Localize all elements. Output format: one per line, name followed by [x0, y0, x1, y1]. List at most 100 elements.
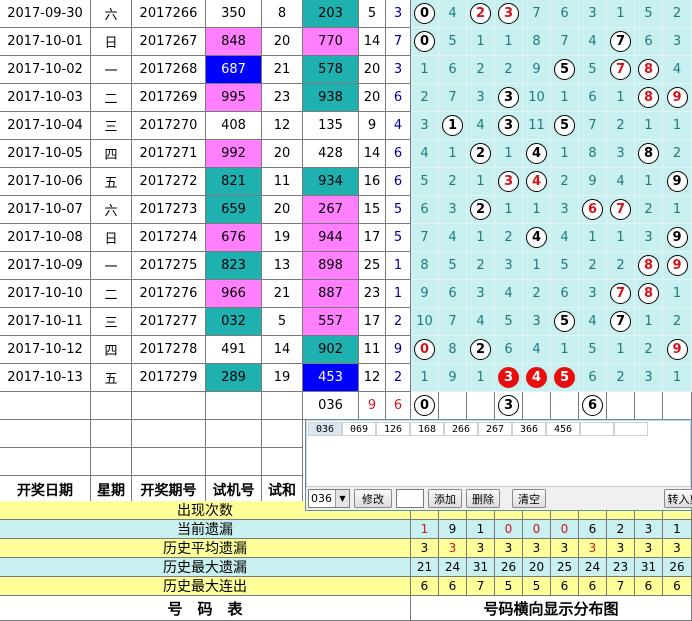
clear-button[interactable]: 清空	[512, 489, 546, 508]
modify-button[interactable]: 修改	[354, 489, 392, 508]
draw-date: 2017-10-08	[0, 224, 91, 252]
distribution-cell: 4	[467, 112, 495, 140]
distribution-cell: 3	[411, 112, 439, 140]
distribution-cell: 11	[523, 112, 551, 140]
distribution-cell: 5	[439, 252, 467, 280]
trial-sum: 14	[262, 336, 303, 364]
distribution-cell: 8	[635, 84, 663, 112]
digit-ball: 8	[638, 143, 659, 164]
trial-sum: 21	[262, 56, 303, 84]
distribution-cell: 2	[467, 140, 495, 168]
digit-ball: 2	[470, 3, 491, 24]
combo-tab[interactable]: 036	[308, 422, 342, 436]
distribution-cell: 2	[607, 364, 635, 392]
stat-value: 7	[467, 577, 495, 596]
combo-tab[interactable]	[614, 422, 648, 436]
distribution-cell: 2	[635, 196, 663, 224]
digit-ball: 7	[610, 199, 631, 220]
distribution-cell: 3	[663, 28, 692, 56]
distribution-cell: 2	[439, 168, 467, 196]
stat-value: 2	[607, 520, 635, 539]
draw-number: 902	[303, 336, 359, 364]
chevron-down-icon[interactable]: ▼	[335, 490, 349, 507]
combo-tab[interactable]: 267	[478, 422, 512, 436]
stat-value: 24	[439, 558, 467, 577]
draw-number: 938	[303, 84, 359, 112]
distribution-cell: 1	[439, 140, 467, 168]
combo-tab[interactable]: 366	[512, 422, 546, 436]
stat-value: 5	[523, 577, 551, 596]
draw-date: 2017-10-07	[0, 196, 91, 224]
combo-tab[interactable]	[580, 422, 614, 436]
combo-select[interactable]: 036 ▼	[308, 489, 350, 508]
draw-number: 944	[303, 224, 359, 252]
distribution-cell: 3	[579, 280, 607, 308]
combo-tab[interactable]: 456	[546, 422, 580, 436]
stat-value: 3	[635, 520, 663, 539]
draw-date: 2017-09-30	[0, 0, 91, 28]
span-value: 9	[359, 112, 386, 140]
distribution-cell: 4	[495, 280, 523, 308]
stat-value: 7	[607, 577, 635, 596]
distribution-cell: 1	[551, 84, 579, 112]
digit-ball: 7	[610, 31, 631, 52]
distribution-cell: 2	[607, 112, 635, 140]
pending-distribution-cell	[663, 392, 692, 420]
pending-distribution-cell	[467, 392, 495, 420]
distribution-cell: 1	[579, 224, 607, 252]
add-button[interactable]: 添加	[428, 489, 462, 508]
weekday: 四	[91, 140, 132, 168]
combo-tab[interactable]: 069	[342, 422, 376, 436]
distribution-cell: 4	[523, 224, 551, 252]
distribution-cell: 9	[663, 168, 692, 196]
distribution-cell: 3	[495, 0, 523, 28]
distribution-cell: 0	[411, 336, 439, 364]
distribution-cell: 3	[523, 308, 551, 336]
span-value: 16	[359, 168, 386, 196]
distribution-cell: 0	[411, 28, 439, 56]
distribution-cell: 4	[523, 168, 551, 196]
span-value: 25	[359, 252, 386, 280]
pending-draw: 036	[303, 392, 359, 420]
stat-value: 25	[551, 558, 579, 577]
combo-tab[interactable]: 266	[444, 422, 478, 436]
distribution-cell: 2	[467, 56, 495, 84]
distribution-cell: 9	[439, 364, 467, 392]
span-value: 14	[359, 28, 386, 56]
tail-value: 3	[386, 0, 411, 28]
tail-value: 5	[386, 224, 411, 252]
distribution-cell: 1	[439, 112, 467, 140]
distribution-cell: 1	[411, 56, 439, 84]
lottery-grid: 2017-09-30 六 2017266 350 8 203 5 3 0 4 2 3 7 6 3 1 5 2 201…	[0, 0, 692, 621]
trial-number: 992	[206, 140, 262, 168]
combo-tab[interactable]: 126	[376, 422, 410, 436]
span-value: 20	[359, 84, 386, 112]
distribution-cell: 7	[607, 308, 635, 336]
distribution-cell: 3	[495, 84, 523, 112]
footer-number-table-label: 号 码 表	[0, 596, 411, 621]
issue-number: 2017269	[132, 84, 206, 112]
import-button[interactable]: 转入剪	[664, 489, 692, 508]
blank-cell	[206, 420, 262, 448]
distribution-cell: 3	[607, 140, 635, 168]
distribution-cell: 3	[579, 0, 607, 28]
blank-cell	[262, 392, 303, 420]
distribution-cell: 7	[579, 112, 607, 140]
weekday: 六	[91, 196, 132, 224]
distribution-cell: 8	[635, 252, 663, 280]
distribution-cell: 5	[551, 112, 579, 140]
digit-ball: 9	[666, 171, 688, 192]
stat-value: 6	[635, 577, 663, 596]
digit-ball: 7	[610, 59, 631, 80]
digit-ball: 3	[498, 395, 519, 416]
distribution-cell: 9	[411, 280, 439, 308]
trial-sum: 11	[262, 168, 303, 196]
delete-button[interactable]: 删除	[466, 489, 500, 508]
column-header: 星期	[91, 476, 132, 504]
distribution-cell: 1	[607, 84, 635, 112]
distribution-cell: 8	[635, 280, 663, 308]
stat-value: 1	[411, 520, 439, 539]
span-value: 14	[359, 140, 386, 168]
number-input[interactable]	[396, 489, 424, 508]
combo-tab[interactable]: 168	[410, 422, 444, 436]
